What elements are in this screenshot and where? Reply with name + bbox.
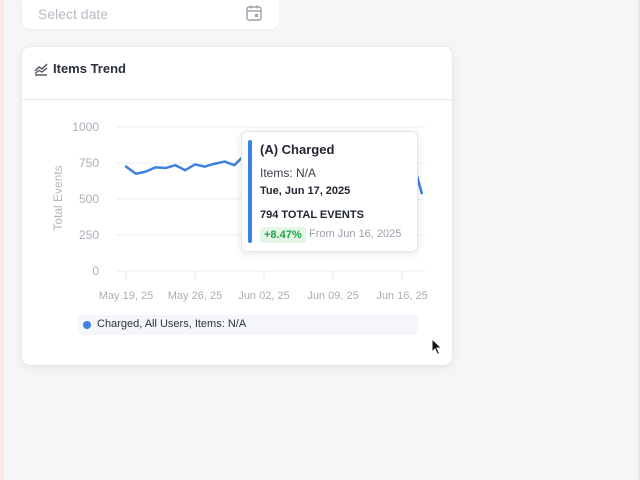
legend-label: Charged, All Users, Items: N/A [97, 318, 247, 330]
x-tick-label: Jun 16, 25 [376, 290, 427, 302]
tooltip-title: (A) Charged [260, 142, 335, 157]
tooltip-change-badge: +8.47% [260, 227, 306, 243]
y-axis-label: Total Events [51, 165, 65, 230]
mouse-cursor-icon [431, 338, 443, 356]
tooltip-items: Items: N/A [260, 166, 317, 180]
x-tick-label: May 19, 25 [99, 290, 153, 302]
y-tick-label: 500 [79, 192, 99, 206]
tooltip-from-date: From Jun 16, 2025 [309, 228, 402, 240]
chart-legend[interactable]: Charged, All Users, Items: N/A [78, 315, 418, 335]
legend-color-dot [83, 321, 91, 329]
tooltip-accent-bar [248, 140, 252, 243]
tooltip-total-events: 794 TOTAL EVENTS [260, 209, 364, 221]
x-tick-label: Jun 09, 25 [307, 290, 358, 302]
y-tick-label: 1000 [72, 120, 99, 134]
tooltip-date: Tue, Jun 17, 2025 [260, 185, 351, 197]
data-tooltip: (A) Charged Items: N/A Tue, Jun 17, 2025… [241, 131, 418, 252]
x-tick-label: Jun 02, 25 [238, 290, 289, 302]
y-tick-label: 250 [79, 228, 99, 242]
y-tick-label: 0 [92, 264, 99, 278]
y-tick-label: 750 [79, 156, 99, 170]
x-tick-label: May 26, 25 [168, 290, 222, 302]
